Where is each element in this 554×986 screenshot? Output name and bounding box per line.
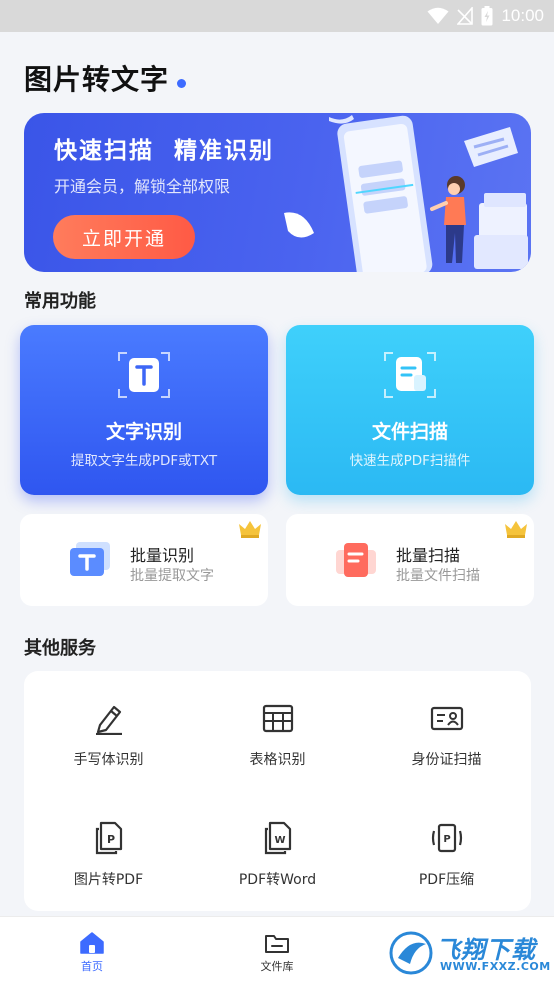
banner-subtitle: 开通会员，解锁全部权限	[54, 177, 231, 196]
watermark-url: WWW.FXXZ.COM	[440, 960, 551, 973]
doc-scan-icon	[384, 352, 436, 398]
services-panel: 手写体识别 表格识别 身份证扫描 P 图片转PDF W PDF转Word P P…	[24, 671, 531, 911]
home-icon	[80, 932, 104, 954]
watermark-logo	[389, 931, 433, 975]
mini-card-name: 批量识别	[130, 546, 195, 565]
service-label: 图片转PDF	[73, 872, 144, 888]
service-pdf-to-word[interactable]: W PDF转Word	[193, 821, 362, 889]
mini-card-desc: 批量文件扫描	[396, 568, 480, 584]
feature-desc: 提取文字生成PDF或TXT	[70, 453, 218, 469]
text-recognition-card[interactable]: 文字识别 提取文字生成PDF或TXT	[20, 325, 268, 495]
feature-name: 文件扫描	[371, 421, 448, 443]
service-label: PDF转Word	[238, 872, 317, 888]
pen-icon	[95, 705, 122, 735]
id-card-icon	[430, 706, 463, 731]
signal-icon	[457, 7, 474, 25]
service-image-to-pdf[interactable]: P 图片转PDF	[24, 821, 193, 889]
word-file-icon: W	[264, 821, 291, 855]
service-label: 手写体识别	[73, 752, 144, 768]
batch-scan-card[interactable]: 批量扫描 批量文件扫描	[286, 514, 534, 606]
promo-banner[interactable]: 快速扫描 精准识别 开通会员，解锁全部权限 立即开通	[24, 113, 531, 272]
batch-recognition-card[interactable]: 批量识别 批量提取文字	[20, 514, 268, 606]
tab-file-library[interactable]: 文件库	[222, 931, 332, 974]
service-label: 身份证扫描	[411, 752, 482, 768]
svg-text:P: P	[106, 833, 114, 846]
banner-headline: 快速扫描 精准识别	[54, 138, 275, 164]
wifi-icon	[427, 7, 449, 24]
compress-icon: P	[431, 823, 462, 853]
table-icon	[262, 704, 293, 733]
banner-illustration	[284, 115, 528, 272]
svg-text:P: P	[443, 834, 450, 845]
batch-scan-icon	[336, 543, 376, 577]
service-label: 表格识别	[249, 752, 306, 768]
tab-home[interactable]: 首页	[37, 931, 147, 974]
crown-icon	[239, 521, 261, 538]
feature-name: 文字识别	[105, 421, 182, 443]
status-time: 10:00	[501, 6, 544, 25]
pdf-file-icon: P	[95, 821, 122, 855]
feature-desc: 快速生成PDF扫描件	[349, 453, 471, 469]
mini-card-desc: 批量提取文字	[130, 568, 214, 584]
watermark: 飞翔下载 WWW.FXXZ.COM	[388, 928, 550, 978]
service-id-card[interactable]: 身份证扫描	[362, 701, 531, 769]
page-title: 图片转文字	[24, 63, 170, 96]
battery-icon	[481, 6, 493, 26]
tab-label: 文件库	[260, 960, 294, 973]
status-bar: 10:00	[0, 0, 554, 32]
svg-text:W: W	[274, 835, 285, 846]
service-label: PDF压缩	[418, 872, 475, 888]
section-title-other: 其他服务	[24, 638, 96, 659]
mini-card-name: 批量扫描	[396, 546, 461, 565]
title-dot	[177, 79, 186, 88]
folder-icon	[265, 935, 289, 953]
batch-ocr-icon	[70, 542, 110, 576]
section-title-common: 常用功能	[24, 291, 96, 312]
text-scan-icon	[118, 352, 170, 398]
service-handwriting[interactable]: 手写体识别	[24, 701, 193, 769]
service-pdf-compress[interactable]: P PDF压缩	[362, 821, 531, 889]
file-scan-card[interactable]: 文件扫描 快速生成PDF扫描件	[286, 325, 534, 495]
activate-membership-button[interactable]: 立即开通	[53, 215, 195, 259]
service-table[interactable]: 表格识别	[193, 701, 362, 769]
tab-label: 首页	[81, 960, 103, 973]
crown-icon	[505, 521, 527, 538]
